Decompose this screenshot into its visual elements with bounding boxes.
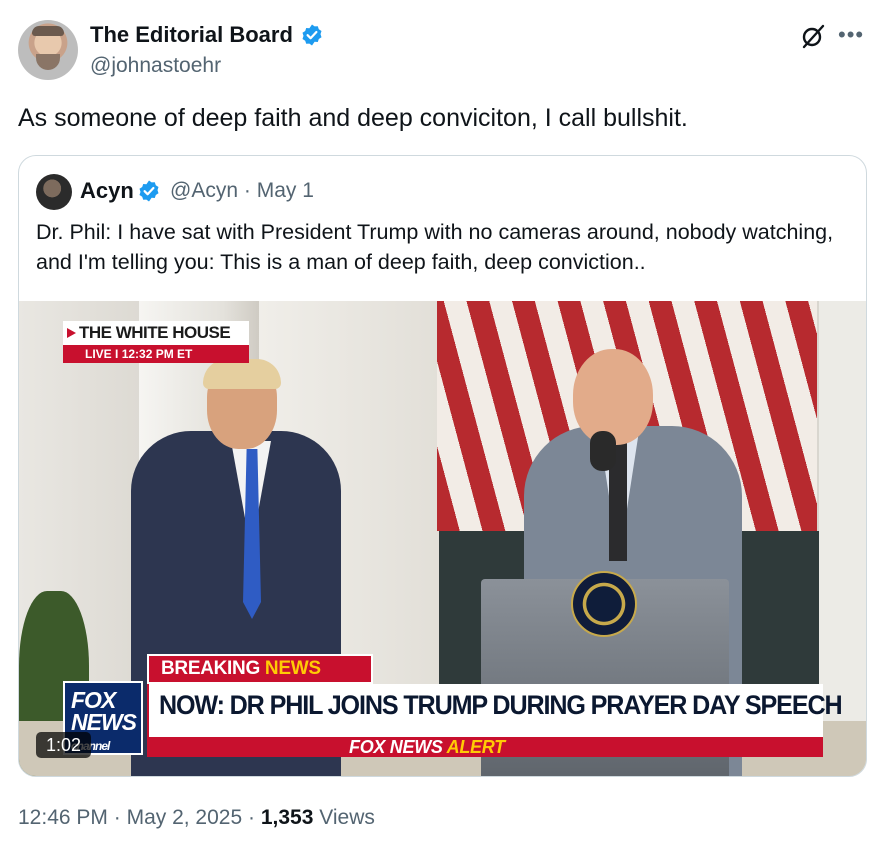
news-word: NEWS	[264, 658, 321, 679]
author-name[interactable]: The Editorial Board	[90, 22, 293, 48]
avatar-beard	[36, 54, 60, 70]
video-wall-right	[819, 301, 866, 721]
verified-badge-icon	[302, 24, 322, 46]
play-triangle-icon	[67, 328, 76, 338]
alert-brand: FOX NEWS	[349, 737, 443, 757]
presidential-seal	[571, 571, 637, 637]
live-divider: I	[115, 347, 122, 361]
video-player[interactable]: THE WHITE HOUSE LIVE I 12:32 PM ET BREAK…	[19, 301, 866, 776]
video-duration: 1:02	[36, 732, 92, 758]
views-label: Views	[319, 806, 375, 829]
post-date[interactable]: May 2, 2025	[127, 806, 243, 829]
author-handle[interactable]: @johnastoehr	[90, 54, 221, 78]
views-count: 1,353	[260, 806, 314, 829]
quoted-tweet-text: Dr. Phil: I have sat with President Trum…	[36, 220, 834, 274]
grok-icon[interactable]	[800, 23, 826, 49]
meta-separator: ·	[243, 179, 251, 202]
video-headline: NOW: DR PHIL JOINS TRUMP DURING PRAYER D…	[159, 690, 843, 720]
more-icon[interactable]: •••	[838, 22, 864, 48]
quoted-author-handle[interactable]: @Acyn	[170, 179, 238, 202]
quoted-meta: @Acyn · May 1	[170, 179, 314, 203]
location-label: THE WHITE HOUSE	[79, 323, 231, 342]
footer-separator: ·	[248, 806, 255, 829]
tweet-footer: 12:46 PM · May 2, 2025 · 1,353 Views	[18, 806, 375, 830]
live-time: 12:32 PM ET	[121, 347, 193, 361]
verified-badge-icon	[139, 180, 159, 202]
quoted-tweet-card[interactable]: Acyn @Acyn · May 1 Dr. Phil: I have sat …	[18, 155, 867, 777]
person-left-hair	[203, 359, 281, 389]
footer-separator: ·	[113, 806, 121, 829]
breaking-word: BREAKING	[161, 658, 260, 679]
tweet-text: As someone of deep faith and deep convic…	[18, 104, 688, 132]
quoted-date[interactable]: May 1	[257, 179, 314, 202]
alert-label: FOX NEWS ALERT	[349, 737, 505, 757]
quoted-author-name[interactable]: Acyn	[80, 178, 134, 204]
live-bar: LIVE I 12:32 PM ET	[63, 345, 249, 363]
person-right-head	[573, 349, 653, 445]
alert-word: ALERT	[446, 737, 505, 757]
microphone	[590, 431, 616, 471]
avatar-hair	[32, 26, 64, 36]
quoted-author-avatar[interactable]	[36, 174, 72, 210]
live-label: LIVE	[85, 347, 112, 361]
breaking-news-banner: BREAKING NEWS	[147, 654, 373, 684]
post-time[interactable]: 12:46 PM	[18, 806, 108, 829]
author-avatar[interactable]	[18, 20, 78, 80]
